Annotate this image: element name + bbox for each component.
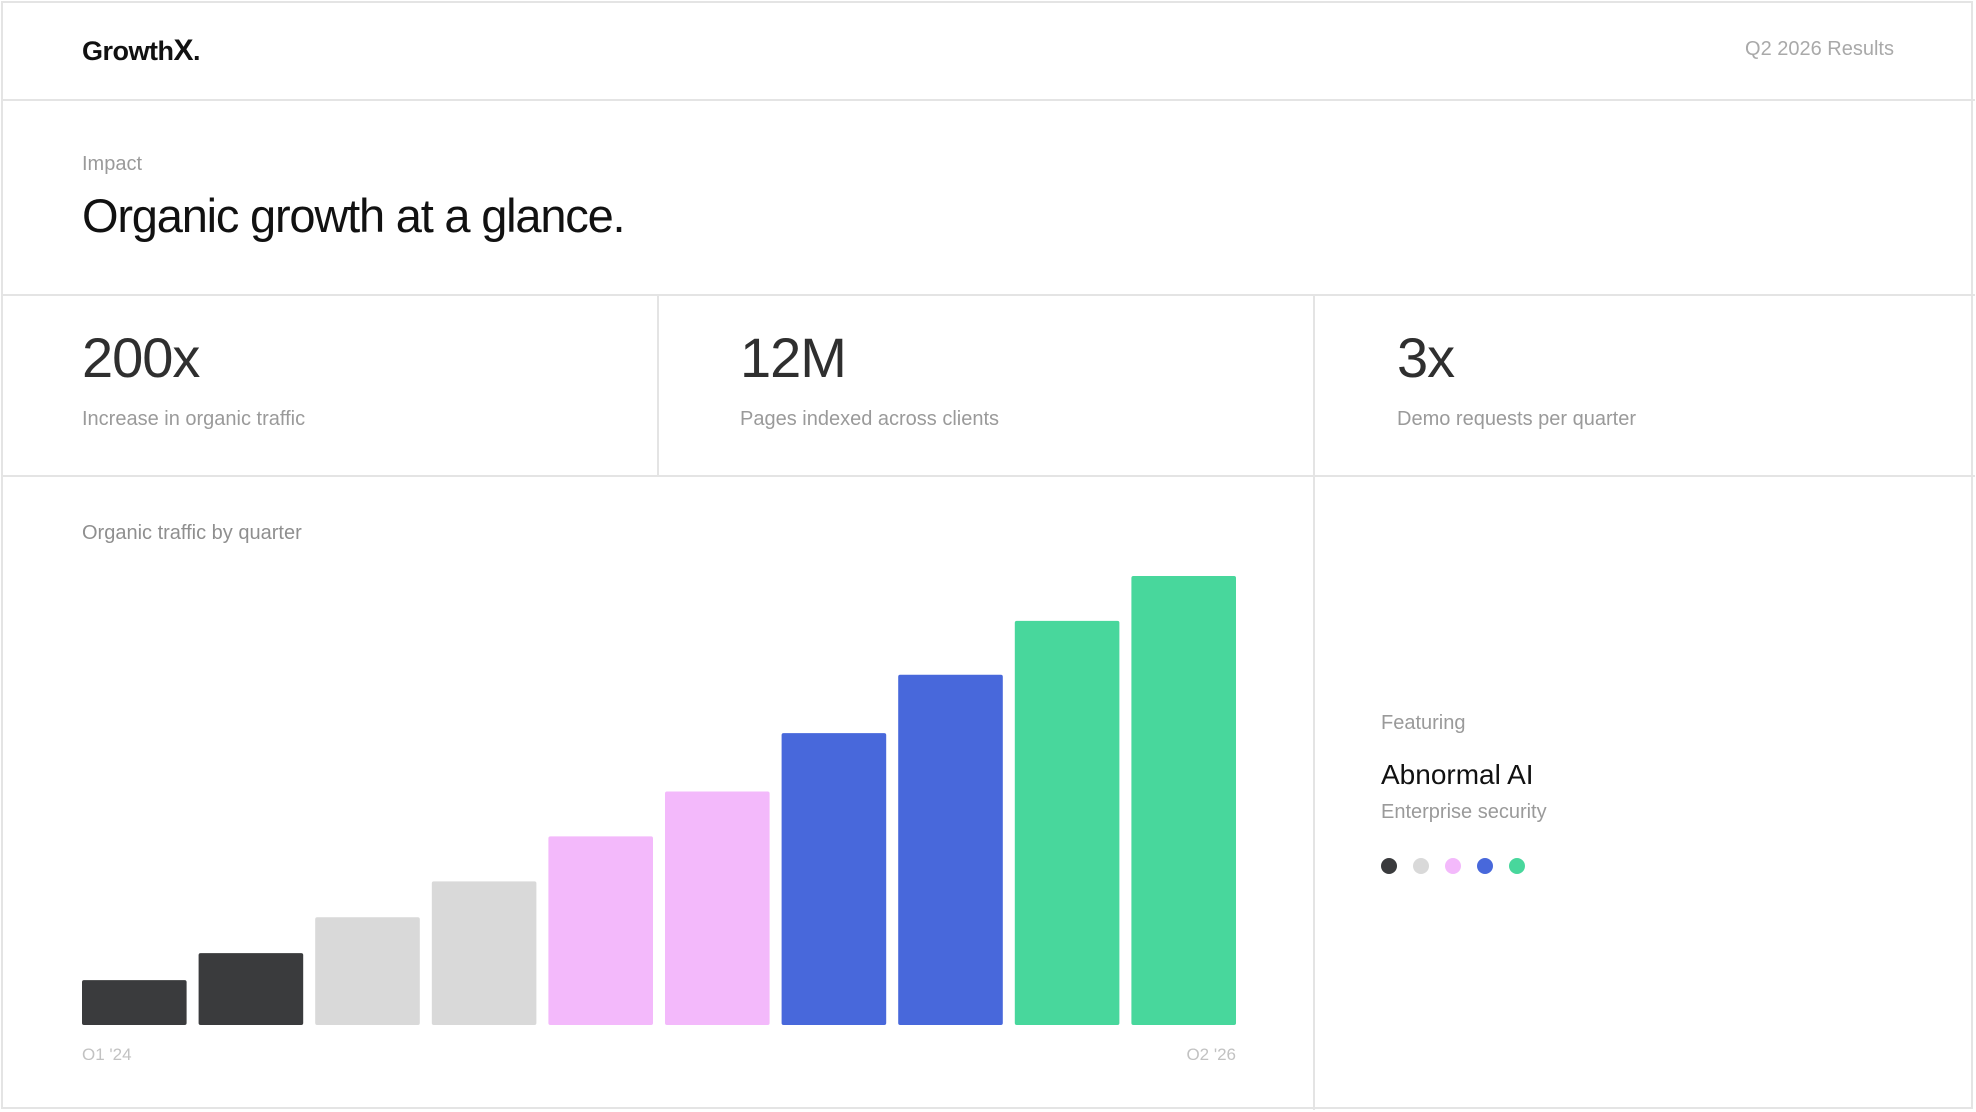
stat-traffic: 200x Increase in organic traffic: [82, 330, 305, 431]
bar-chart: Q1 '24 Q2 '26: [82, 560, 1236, 1060]
color-dot-2: [1413, 858, 1429, 874]
bar-4: [431, 881, 537, 1025]
stat-value: 3x: [1397, 326, 1455, 389]
color-dot-4: [1477, 858, 1493, 874]
bar-9: [1014, 620, 1120, 1025]
bar-8: [898, 674, 1003, 1025]
color-dot-3: [1445, 858, 1461, 874]
color-dots: [1381, 858, 1547, 874]
hero-divider: [1, 294, 1975, 296]
header-divider: [1, 99, 1975, 101]
stat-label: Demo requests per quarter: [1397, 408, 1637, 430]
logo-x-mark: X: [173, 34, 194, 67]
featuring-eyebrow: Featuring: [1381, 712, 1466, 734]
stat-label: Pages indexed across clients: [740, 408, 1000, 430]
page-title: Organic growth at a glance.: [82, 189, 626, 242]
bar-5: [548, 836, 653, 1025]
bar-6: [665, 791, 770, 1025]
stat-value: 200x: [82, 326, 200, 389]
x-tick-label: Q2 '26: [1186, 1045, 1236, 1060]
bar-7: [781, 733, 887, 1025]
featuring-panel: Featuring Abnormal AI Enterprise securit…: [1381, 712, 1547, 874]
bar-3: [315, 917, 420, 1025]
logo-dot: .: [193, 36, 201, 66]
featured-company-subtitle: Enterprise security: [1381, 801, 1547, 823]
stat-demos: 3x Demo requests per quarter: [1397, 330, 1636, 431]
color-dot-5: [1509, 858, 1525, 874]
section-eyebrow: Impact: [82, 153, 143, 175]
stat-divider-2: [1313, 294, 1315, 1110]
report-period: Q2 2026 Results: [1745, 38, 1894, 60]
stat-label: Increase in organic traffic: [82, 408, 306, 430]
stat-value: 12M: [740, 326, 847, 389]
logo-wordmark: Growth: [82, 36, 174, 66]
stats-divider: [1, 475, 1975, 477]
bar-1: [82, 980, 187, 1025]
chart-svg: Q1 '24 Q2 '26: [82, 576, 1236, 1060]
stat-divider-1: [657, 294, 659, 476]
stat-pages: 12M Pages indexed across clients: [740, 330, 999, 431]
featured-company-name: Abnormal AI: [1381, 759, 1534, 790]
bar-2: [198, 953, 304, 1025]
brand-logo[interactable]: GrowthX.: [82, 34, 201, 68]
bar-10: [1131, 576, 1236, 1025]
x-tick-label: Q1 '24: [82, 1045, 132, 1060]
color-dot-1: [1381, 858, 1397, 874]
chart-title: Organic traffic by quarter: [82, 522, 302, 544]
